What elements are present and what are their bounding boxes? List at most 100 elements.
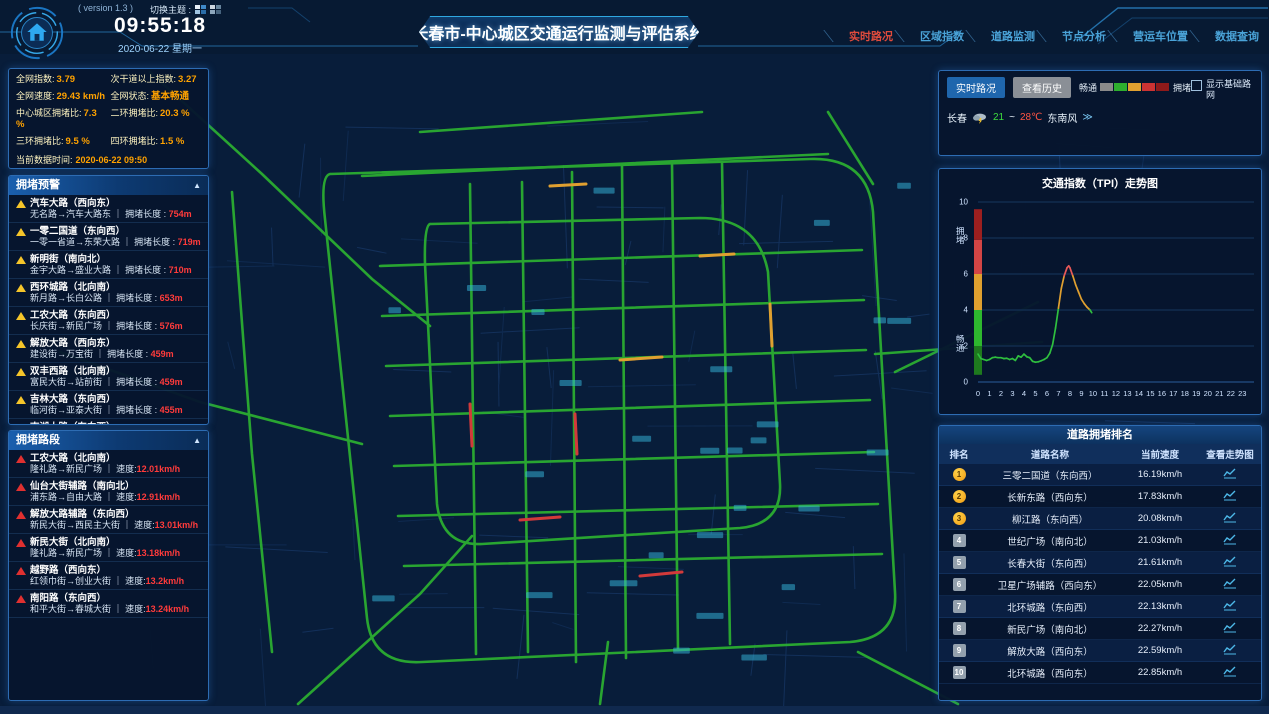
warning-item[interactable]: 汽车大路（西向东） 无名路→汽车大路东 ｜ 拥堵长度 : 754m: [9, 195, 208, 223]
table-row[interactable]: 7 北环城路（东向西） 22.13km/h: [939, 596, 1261, 618]
alert-icon: [16, 595, 26, 603]
warning-item[interactable]: 工农大路（东向西） 长庆街→新民广场 ｜ 拥堵长度 : 576m: [9, 307, 208, 335]
base-network-checkbox[interactable]: 显示基础路网: [1191, 79, 1253, 101]
warning-item[interactable]: 解放大路（西向东） 建设街→万宝街 ｜ 拥堵长度 : 459m: [9, 335, 208, 363]
table-row[interactable]: 10 北环城路（西向东） 22.85km/h: [939, 662, 1261, 684]
svg-text:19: 19: [1192, 389, 1200, 398]
svg-text:12: 12: [1112, 389, 1120, 398]
rank-badge: 5: [953, 556, 966, 569]
header: ( version 1.3 ) 切换主题 : 09:55:18 2020-06-…: [0, 0, 1269, 56]
stat-cell: 二环拥堵比:20.3 %: [111, 108, 202, 130]
table-row[interactable]: 6 卫星广场辅路（西向东） 22.05km/h: [939, 574, 1261, 596]
warning-item[interactable]: 一零二国道（东向西） 一零一省道→东荣大路 ｜ 拥堵长度 : 719m: [9, 223, 208, 251]
nav-item[interactable]: 营运车位置: [1133, 28, 1188, 44]
data-timestamp: 当前数据时间:2020-06-22 09:50: [16, 153, 201, 166]
stat-cell: 全网速度:29.43 km/h: [16, 91, 107, 102]
congestion-length: 754m: [169, 209, 192, 219]
svg-text:16: 16: [1158, 389, 1166, 398]
warning-item[interactable]: 南湖大路（东向西） 南湖新村中街→南湖广场 ｜ 拥堵长度 : 438m: [9, 419, 208, 424]
speed-value: 17.83km/h: [1121, 491, 1199, 502]
stat-label: 三环拥堵比:: [16, 136, 64, 146]
warning-icon: [16, 256, 26, 264]
tab-realtime[interactable]: 实时路况: [947, 77, 1005, 98]
table-row[interactable]: 8 新民广场（南向北） 22.27km/h: [939, 618, 1261, 640]
trend-chart-icon[interactable]: [1223, 621, 1237, 633]
stat-value: 3.79: [57, 74, 76, 85]
collapse-icon[interactable]: ▲: [193, 176, 201, 195]
svg-text:7: 7: [1056, 389, 1060, 398]
stat-value: 基本畅通: [151, 91, 189, 102]
table-row[interactable]: 2 长新东路（西向东） 17.83km/h: [939, 486, 1261, 508]
clock: 09:55:18: [80, 14, 240, 38]
col-road: 道路名称: [979, 447, 1121, 461]
table-row[interactable]: 9 解放大路（西向东） 22.59km/h: [939, 640, 1261, 662]
city-label: 长春: [947, 110, 967, 125]
rank-badge: 6: [953, 578, 966, 591]
nav-item[interactable]: 节点分析: [1062, 28, 1106, 44]
table-title: 道路拥堵排名: [939, 426, 1261, 444]
table-row[interactable]: 5 长春大街（东向西） 21.61km/h: [939, 552, 1261, 574]
congested-item[interactable]: 仙台大街辅路（南向北） 浦东路→自由大路 ｜ 速度:12.91km/h: [9, 478, 208, 506]
congested-item[interactable]: 解放大路辅路（东向西） 新民大街→西民主大街 ｜ 速度:13.01km/h: [9, 506, 208, 534]
congestion-length: 576m: [160, 321, 183, 331]
trend-chart-icon[interactable]: [1223, 511, 1237, 523]
congested-sections-panel: 拥堵路段 ▲ 工农大路（北向南） 隆礼路→新民广场 ｜ 速度:12.01km/h…: [8, 430, 209, 701]
trend-chart-icon[interactable]: [1223, 489, 1237, 501]
nav-item[interactable]: 实时路况: [849, 28, 893, 44]
speed-value: 12.01km/h: [137, 464, 181, 474]
speed-value: 13.2km/h: [146, 576, 185, 586]
version-label: ( version 1.3 ): [78, 3, 133, 13]
nav-item[interactable]: 数据查询: [1215, 28, 1259, 44]
congestion-length: 653m: [160, 293, 183, 303]
warning-icon: [16, 424, 26, 425]
svg-text:6: 6: [964, 270, 969, 279]
warning-item[interactable]: 西环城路（北向南） 新月路→长白公路 ｜ 拥堵长度 : 653m: [9, 279, 208, 307]
trend-chart-icon[interactable]: [1223, 643, 1237, 655]
road-section: 无名路→汽车大路东: [30, 209, 111, 219]
congested-item[interactable]: 南阳路（东向西） 和平大街→春城大街 ｜ 速度:13.24km/h: [9, 590, 208, 618]
stat-cell: 四环拥堵比:1.5 %: [111, 136, 202, 147]
stat-value: 3.27: [178, 74, 197, 85]
congested-item[interactable]: 工农大路（北向南） 隆礼路→新民广场 ｜ 速度:12.01km/h: [9, 450, 208, 478]
trend-chart-icon[interactable]: [1223, 533, 1237, 545]
rank-badge: 2: [953, 490, 966, 503]
trend-chart-icon[interactable]: [1223, 555, 1237, 567]
trend-chart-icon[interactable]: [1223, 577, 1237, 589]
stat-label: 全网状态:: [111, 91, 150, 101]
nav-separator: [1107, 30, 1131, 42]
svg-text:14: 14: [1135, 389, 1143, 398]
road-section: 浦东路→自由大路: [30, 492, 102, 502]
stat-label: 二环拥堵比:: [111, 108, 159, 118]
congested-item[interactable]: 新民大街（北向南） 隆礼路→新民广场 ｜ 速度:13.18km/h: [9, 534, 208, 562]
table-row[interactable]: 1 三零二国道（东向西） 16.19km/h: [939, 464, 1261, 486]
alert-icon: [16, 539, 26, 547]
checkbox-icon[interactable]: [1191, 80, 1202, 91]
congested-item[interactable]: 越野路（西向东） 红领巾街→创业大街 ｜ 速度:13.2km/h: [9, 562, 208, 590]
warning-item[interactable]: 双丰西路（北向南） 富民大街→站前街 ｜ 拥堵长度 : 459m: [9, 363, 208, 391]
rank-badge: 9: [953, 644, 966, 657]
trend-chart-icon[interactable]: [1223, 467, 1237, 479]
trend-chart-icon[interactable]: [1223, 665, 1237, 677]
nav-separator: [823, 30, 847, 42]
theme-swatch-icon[interactable]: [195, 5, 206, 14]
network-overview-panel: 全网指数:3.79 次干道以上指数:3.27 全网速度:29.43 km/h 全…: [8, 68, 209, 169]
rank-badge: 10: [953, 666, 966, 679]
road-name: 三零二国道（东向西）: [979, 468, 1121, 482]
theme-swatch-icon[interactable]: [210, 5, 221, 14]
nav-item[interactable]: 道路监测: [991, 28, 1035, 44]
trend-chart-icon[interactable]: [1223, 599, 1237, 611]
warning-item[interactable]: 新明街（南向北） 金宇大路→盛业大路 ｜ 拥堵长度 : 710m: [9, 251, 208, 279]
road-condition-panel: 实时路况 查看历史 畅通 拥堵 显示基础路网 长春 21 ~ 28℃ 东南风 ≫: [938, 70, 1262, 156]
home-logo[interactable]: [8, 4, 66, 62]
weather-more-link[interactable]: ≫: [1082, 112, 1092, 123]
rank-badge: 7: [953, 600, 966, 613]
map-road-labels: [372, 183, 911, 661]
nav-item[interactable]: 区域指数: [920, 28, 964, 44]
collapse-icon[interactable]: ▲: [193, 431, 201, 450]
table-row[interactable]: 3 柳江路（东向西） 20.08km/h: [939, 508, 1261, 530]
nav-separator: [894, 30, 918, 42]
tab-history[interactable]: 查看历史: [1013, 77, 1071, 98]
warning-item[interactable]: 吉林大路（东向西） 临河街→亚泰大街 ｜ 拥堵长度 : 455m: [9, 391, 208, 419]
tpi-line-chart[interactable]: 0246810012345678910111213141516171819202…: [942, 194, 1258, 406]
table-row[interactable]: 4 世纪广场（南向北） 21.03km/h: [939, 530, 1261, 552]
